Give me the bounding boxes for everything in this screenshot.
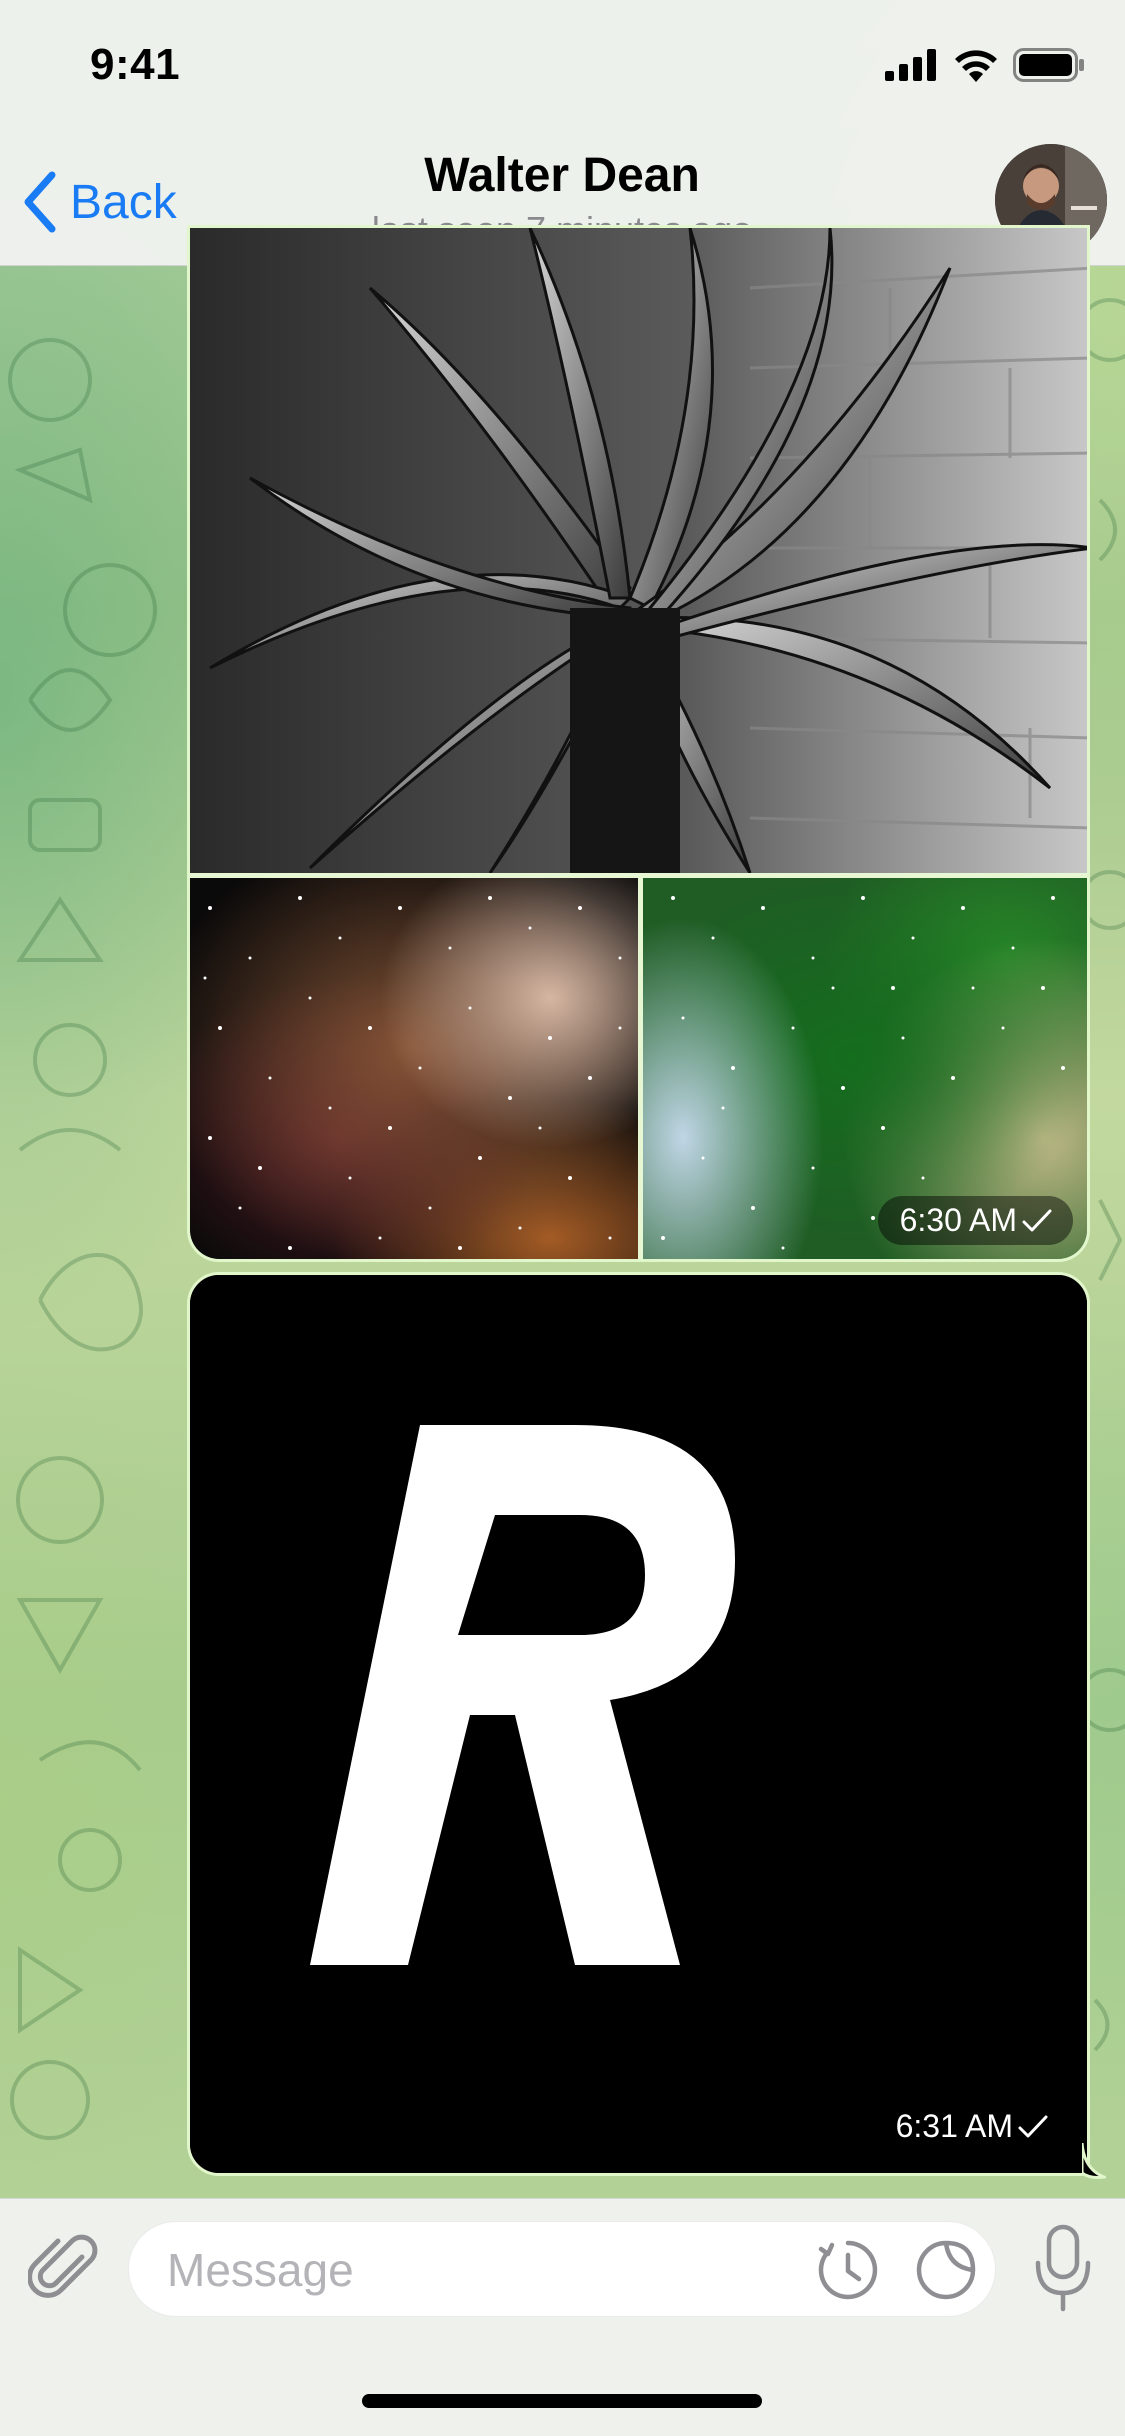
letter-r-image — [190, 1275, 1087, 2173]
self-destruct-timer-icon — [818, 2240, 878, 2300]
chat-title: Walter Dean — [424, 149, 700, 202]
self-destruct-timer-button[interactable] — [815, 2237, 881, 2303]
microphone-icon — [1035, 2224, 1091, 2312]
sent-checkmark-icon — [1022, 1209, 1052, 1231]
houseplant-image — [190, 228, 1087, 873]
status-icons — [885, 48, 1085, 82]
sent-checkmark-icon — [1018, 2115, 1048, 2137]
message-field[interactable] — [128, 2221, 996, 2318]
image-time-label: 6:31 AM — [895, 2108, 1013, 2144]
status-bar: 9:41 — [0, 0, 1125, 140]
signal-bars-icon — [885, 49, 936, 81]
message-input-bar — [0, 2198, 1125, 2436]
battery-icon — [1013, 48, 1084, 82]
album-time-label: 6:30 AM — [899, 1202, 1017, 1238]
status-time: 9:41 — [90, 40, 181, 89]
message-input[interactable] — [165, 2222, 809, 2318]
paperclip-icon — [27, 2234, 98, 2298]
chat-screen: 9:41 Back Walter Dean 6:30 AM 6:31 AM Me… — [0, 0, 1125, 2436]
album-timestamp: 6:30 AM — [877, 1196, 1073, 1245]
back-button[interactable]: Back — [20, 162, 177, 242]
photo-album-message[interactable]: 6:30 AM — [187, 225, 1090, 1262]
attach-button[interactable] — [27, 2231, 104, 2307]
sticker-icon — [916, 2240, 976, 2300]
image-bubble: 6:31 AM — [187, 1272, 1090, 2176]
wifi-icon — [955, 50, 997, 82]
microphone-button[interactable] — [1030, 2223, 1096, 2315]
back-label: Back — [70, 175, 177, 229]
houseplant-photo[interactable] — [190, 228, 1087, 873]
green-bokeh-photo[interactable]: 6:30 AM — [643, 878, 1087, 1259]
sticker-button[interactable] — [913, 2237, 979, 2303]
star-speckles — [203, 896, 622, 1250]
bubble-tail — [1082, 2143, 1106, 2179]
home-indicator — [362, 2394, 762, 2408]
warm-bokeh-photo[interactable] — [190, 878, 638, 1259]
image-timestamp: 6:31 AM — [896, 2108, 1049, 2145]
image-message[interactable]: 6:31 AM — [187, 1272, 1106, 2179]
chevron-left-icon — [24, 171, 56, 233]
